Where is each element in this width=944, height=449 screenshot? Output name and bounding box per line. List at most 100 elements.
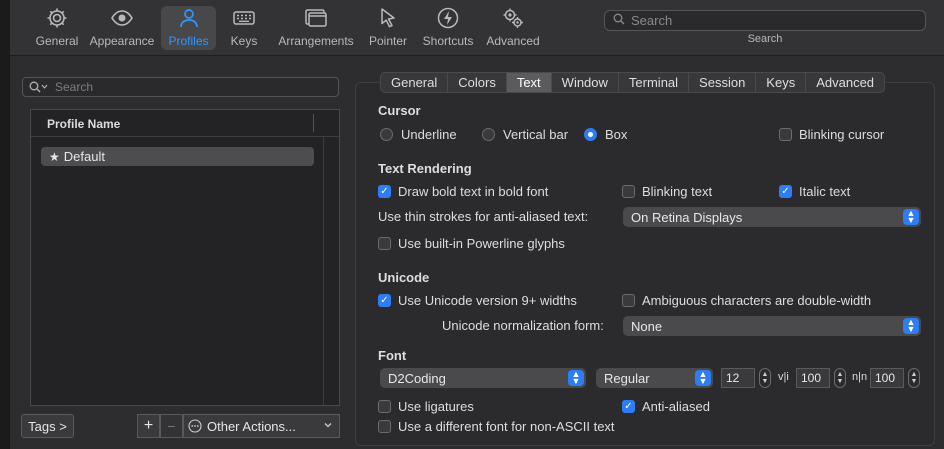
tab-text[interactable]: Text [506, 73, 552, 92]
tab-session[interactable]: Session [689, 73, 757, 92]
tags-button[interactable]: Tags > [21, 414, 74, 438]
font-size-stepper[interactable]: ▲ ▼ [759, 368, 771, 388]
bold-font-checkbox[interactable]: ✓ Draw bold text in bold font [378, 184, 548, 199]
radio-selected-icon [584, 128, 597, 141]
search-icon [613, 13, 625, 28]
ambiguous-double-width-checkbox[interactable]: Ambiguous characters are double-width [622, 293, 871, 308]
vertical-spacing-stepper[interactable]: ▲ ▼ [834, 368, 846, 388]
toolbar-item-shortcuts[interactable]: Shortcuts [419, 6, 477, 50]
column-header-label: Profile Name [47, 117, 121, 131]
font-size-input[interactable]: 12 [721, 368, 755, 388]
search-caption: Search [747, 33, 783, 45]
italic-text-checkbox[interactable]: ✓ Italic text [779, 184, 850, 199]
cursor-vertical-bar-radio[interactable]: Vertical bar [482, 127, 568, 142]
tab-terminal[interactable]: Terminal [619, 73, 690, 92]
profile-item-default[interactable]: ★ Default [41, 147, 314, 166]
ellipsis-circle-icon [188, 419, 202, 433]
toolbar-item-keys[interactable]: Keys [222, 6, 266, 50]
horizontal-spacing-input[interactable]: 100 [870, 368, 904, 388]
radio-label: Box [605, 127, 628, 142]
select-value: D2Coding [388, 370, 446, 386]
unicode-v9-widths-checkbox[interactable]: ✓ Use Unicode version 9+ widths [378, 293, 577, 308]
radio-label: Underline [401, 127, 457, 142]
stepper-up-icon: ▲ [910, 371, 918, 378]
search-placeholder: Search [55, 80, 94, 94]
checkbox-label: Blinking text [642, 184, 713, 199]
thin-strokes-select[interactable]: On Retina Displays ▲ ▼ [623, 207, 921, 227]
toolbar-item-appearance[interactable]: Appearance [88, 6, 156, 50]
select-value: On Retina Displays [631, 209, 743, 225]
other-actions-button[interactable]: Other Actions... [183, 414, 340, 438]
stepper-up-icon: ▲ [761, 371, 769, 378]
select-arrows-icon: ▲ ▼ [903, 209, 919, 225]
normalization-form-select[interactable]: None ▲ ▼ [623, 316, 921, 336]
person-icon [179, 9, 198, 28]
toolbar-item-advanced[interactable]: Advanced [484, 6, 542, 50]
plus-icon: + [143, 417, 154, 434]
gear-icon [47, 8, 67, 28]
star-icon: ★ [49, 149, 60, 164]
toolbar-label: Shortcuts [422, 34, 474, 48]
font-style-select[interactable]: Regular ▲ ▼ [596, 368, 713, 388]
tab-general[interactable]: General [381, 73, 449, 92]
blinking-text-checkbox[interactable]: Blinking text [622, 184, 712, 199]
ligatures-checkbox[interactable]: Use ligatures [378, 399, 474, 414]
checkbox-label: Italic text [799, 184, 851, 199]
select-arrows-icon: ▲ ▼ [568, 370, 584, 386]
checkbox-label: Blinking cursor [799, 127, 885, 142]
toolbar-label: General [35, 34, 79, 48]
toolbar-label: Profiles [168, 34, 209, 48]
background-terminal-edge [0, 0, 10, 449]
normalization-form-label: Unicode normalization form: [442, 318, 604, 333]
non-ascii-font-checkbox[interactable]: Use a different font for non-ASCII text [378, 419, 615, 434]
other-actions-label: Other Actions... [207, 418, 296, 434]
chevron-down-icon [323, 420, 333, 433]
tab-colors[interactable]: Colors [448, 73, 507, 92]
eye-icon [111, 10, 133, 26]
add-profile-button[interactable]: + [137, 414, 160, 438]
checkbox-icon [378, 400, 391, 413]
list-divider [323, 137, 324, 405]
powerline-glyphs-checkbox[interactable]: Use built-in Powerline glyphs [378, 236, 565, 251]
toolbar-label: Advanced [486, 34, 540, 48]
profile-list[interactable]: Profile Name ★ Default [30, 109, 340, 406]
checkmark-icon: ✓ [779, 185, 792, 198]
cursor-underline-radio[interactable]: Underline [380, 127, 457, 142]
text-rendering-section-title: Text Rendering [378, 161, 472, 176]
toolbar-label: Arrangements [278, 34, 354, 48]
checkbox-icon [378, 237, 391, 250]
vertical-spacing-input[interactable]: 100 [796, 368, 830, 388]
tab-window[interactable]: Window [552, 73, 619, 92]
cursor-box-radio[interactable]: Box [584, 127, 627, 142]
tags-button-label: Tags > [28, 418, 67, 434]
horizontal-spacing-stepper[interactable]: ▲ ▼ [908, 368, 920, 388]
font-family-select[interactable]: D2Coding ▲ ▼ [380, 368, 586, 388]
checkbox-label: Use ligatures [398, 399, 474, 414]
lightning-icon [437, 7, 459, 29]
toolbar-item-general[interactable]: General [30, 6, 84, 50]
toolbar-item-profiles[interactable]: Profiles [161, 6, 216, 50]
toolbar-label: Pointer [368, 34, 408, 48]
blinking-cursor-checkbox[interactable]: Blinking cursor [779, 127, 884, 142]
search-icon [29, 81, 49, 93]
search-placeholder: Search [631, 13, 673, 28]
stepper-up-icon: ▲ [836, 371, 844, 378]
checkbox-icon [779, 128, 792, 141]
checkbox-label: Ambiguous characters are double-width [642, 293, 872, 308]
thin-strokes-label: Use thin strokes for anti-aliased text: [378, 209, 589, 224]
toolbar-item-pointer[interactable]: Pointer [364, 6, 412, 50]
tab-keys[interactable]: Keys [756, 73, 807, 92]
remove-profile-button[interactable]: − [160, 414, 183, 438]
tab-advanced[interactable]: Advanced [806, 73, 884, 92]
stepper-down-icon: ▼ [761, 378, 769, 385]
radio-label: Vertical bar [503, 127, 569, 142]
profile-name-column-header[interactable]: Profile Name [31, 110, 339, 137]
select-value: None [631, 318, 663, 334]
anti-aliased-checkbox[interactable]: ✓ Anti-aliased [622, 399, 710, 414]
minus-icon: − [167, 418, 176, 434]
profile-search-input[interactable]: Search [22, 77, 339, 97]
horizontal-spacing-icon: n|n [852, 371, 868, 383]
preferences-search-input[interactable]: Search [604, 10, 926, 31]
profile-item-label: Default [63, 149, 105, 164]
toolbar-item-arrangements[interactable]: Arrangements [276, 6, 356, 50]
